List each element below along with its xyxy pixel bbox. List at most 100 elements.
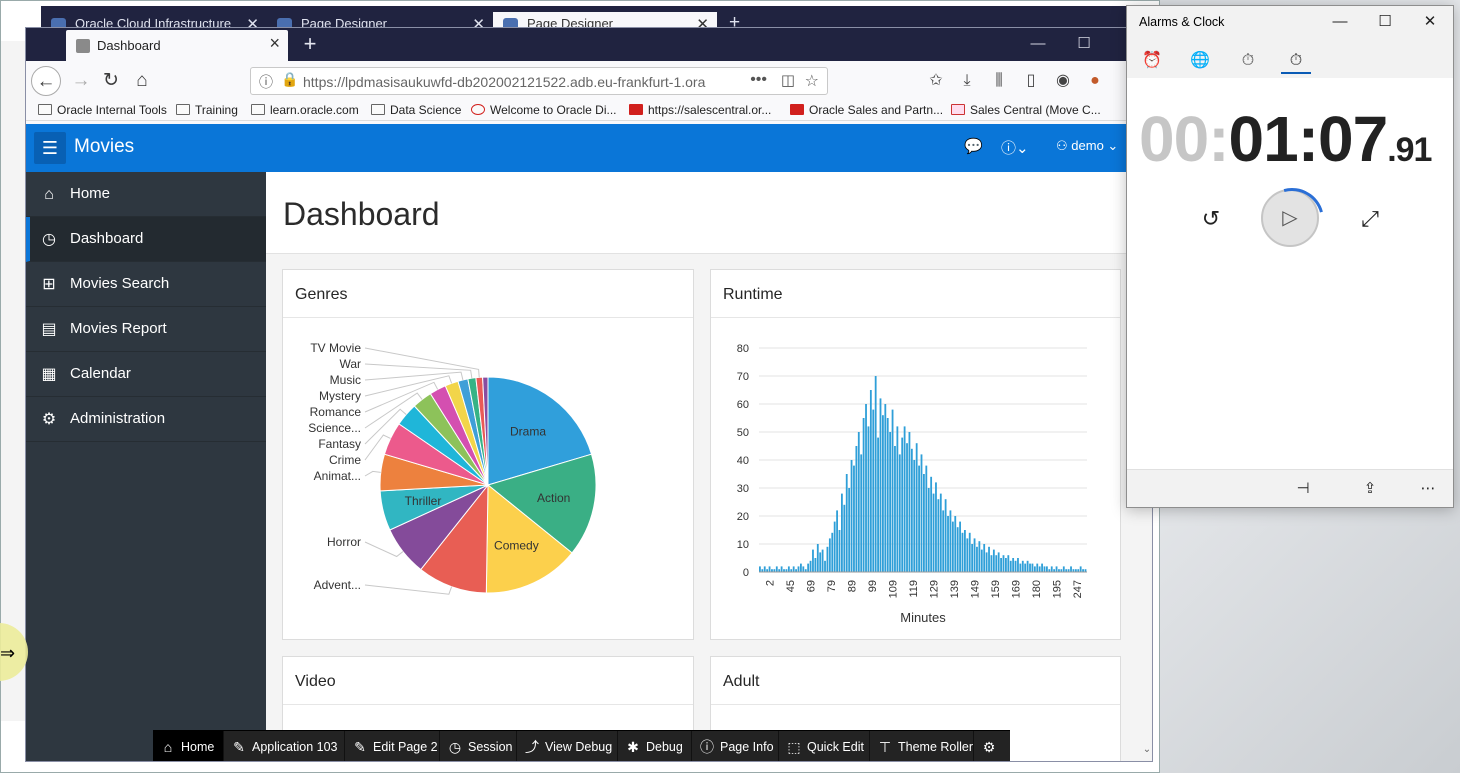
- url-text[interactable]: https://lpdmasisaukuwfd-db202002121522.a…: [303, 74, 743, 90]
- bar: [843, 504, 846, 572]
- bar: [990, 555, 993, 572]
- bookmarks-bar: Oracle Internal Tools Training learn.ora…: [26, 101, 1152, 121]
- bar: [865, 404, 867, 572]
- sidebar-item-administration[interactable]: ⚙ Administration: [26, 397, 266, 442]
- pocket-icon[interactable]: ◫: [781, 71, 795, 89]
- download-icon[interactable]: ⤓: [954, 68, 980, 94]
- bar: [850, 460, 853, 572]
- bar: [1070, 566, 1072, 572]
- app-name[interactable]: Movies: [74, 136, 134, 158]
- sidebar-item-home[interactable]: ⌂ Home: [26, 172, 266, 217]
- maximize-icon[interactable]: ☐: [1069, 32, 1099, 56]
- pie-outer-label: Fantasy: [318, 437, 361, 451]
- y-tick-label: 70: [737, 371, 749, 383]
- bar: [1021, 560, 1024, 572]
- genres-title: Genres: [295, 286, 348, 303]
- dev-quick-edit-button[interactable]: ⬚ Quick Edit: [779, 731, 870, 761]
- pie-inner-label: Comedy: [494, 539, 539, 553]
- sidebar-item-movies-report[interactable]: ▤ Movies Report: [26, 307, 266, 352]
- bookmark-sales-central[interactable]: Sales Central (Move C...: [951, 103, 1101, 117]
- menu-toggle-button[interactable]: ☰: [34, 132, 66, 164]
- bar: [1009, 560, 1012, 572]
- dev-settings-button[interactable]: ⚙: [974, 731, 1010, 761]
- extension-icon[interactable]: ●: [1082, 68, 1108, 94]
- bar: [983, 544, 986, 572]
- bookmark-data-science[interactable]: Data Science: [371, 103, 461, 117]
- bookmark-oracle-sales[interactable]: Oracle Sales and Partn...: [790, 103, 943, 117]
- clock-icon: ◷: [448, 739, 462, 755]
- user-icon: ⚇: [1056, 138, 1072, 153]
- help-menu-button[interactable]: ⓘ⌄: [1001, 137, 1029, 158]
- bookmark-salescentral[interactable]: https://salescentral.or...: [629, 103, 771, 117]
- pie-outer-label: Crime: [329, 453, 361, 467]
- calendar-icon: ▦: [41, 366, 57, 383]
- dev-home-button[interactable]: ⌂ Home: [153, 731, 224, 761]
- play-button[interactable]: ▷: [1261, 189, 1319, 247]
- sidebar-item-calendar[interactable]: ▦ Calendar: [26, 352, 266, 397]
- bookmark-oracle-internal-tools[interactable]: Oracle Internal Tools: [38, 103, 167, 117]
- more-options-icon[interactable]: ⋯: [1413, 476, 1443, 502]
- sidebar-item-movies-search[interactable]: ⊞ Movies Search: [26, 262, 266, 307]
- dev-application-button[interactable]: ✎ Application 103: [224, 731, 345, 761]
- user-menu-button[interactable]: ⚇ demo ⌄: [1056, 138, 1118, 154]
- minimize-icon[interactable]: —: [1023, 32, 1053, 56]
- url-bar[interactable]: ⓘ 🔒 https://lpdmasisaukuwfd-db2020021215…: [250, 67, 828, 95]
- sidebar-icon[interactable]: ▯: [1018, 68, 1044, 94]
- reload-button[interactable]: ↻: [96, 66, 126, 96]
- pie-outer-label: Horror: [327, 535, 361, 549]
- sidebar-item-dashboard[interactable]: ◷ Dashboard: [26, 217, 266, 262]
- page-actions-icon[interactable]: •••: [750, 71, 767, 89]
- bar: [932, 493, 935, 572]
- genres-pie-chart[interactable]: Drama Action Comedy Thriller Advent... Horror…: [283, 318, 693, 638]
- x-tick-label: 99: [867, 580, 879, 592]
- dev-session-button[interactable]: ◷ Session: [440, 731, 517, 761]
- bar: [826, 546, 829, 572]
- bookmark-training[interactable]: Training: [176, 103, 238, 117]
- expand-icon[interactable]: ⤢: [1351, 200, 1389, 238]
- info-icon[interactable]: ⓘ: [259, 72, 273, 92]
- world-clock-tab-icon[interactable]: 🌐: [1185, 48, 1215, 74]
- bar: [759, 566, 761, 572]
- share-icon[interactable]: ⇪: [1355, 476, 1385, 502]
- bookmark-star-icon[interactable]: ☆: [805, 71, 819, 91]
- edit-icon: ✎: [233, 739, 245, 755]
- library-icon[interactable]: ⫼: [986, 68, 1012, 94]
- back-button[interactable]: ←: [31, 66, 61, 96]
- pie-leader-line: [364, 470, 381, 477]
- bar: [935, 482, 937, 572]
- dev-debug-button[interactable]: ✱ Debug: [618, 731, 692, 761]
- forward-button[interactable]: →: [66, 66, 96, 96]
- bar: [944, 499, 947, 572]
- account-icon[interactable]: ◉: [1050, 68, 1076, 94]
- close-icon[interactable]: ×: [269, 33, 280, 54]
- bar: [792, 566, 795, 572]
- dev-view-debug-button[interactable]: ⤴ View Debug: [517, 731, 618, 761]
- pin-icon[interactable]: ⊣: [1288, 476, 1318, 502]
- dev-theme-roller-button[interactable]: ⊤ Theme Roller: [870, 731, 974, 761]
- bookmarks-star-icon[interactable]: ✩: [923, 68, 949, 94]
- x-tick-label: 69: [805, 580, 817, 592]
- folder-icon: [176, 104, 190, 115]
- dev-page-info-button[interactable]: ⓘ Page Info: [692, 731, 779, 761]
- dev-edit-page-button[interactable]: ✎ Edit Page 2: [345, 731, 440, 761]
- maximize-icon[interactable]: ☐: [1370, 11, 1400, 33]
- close-icon[interactable]: ✕: [1415, 11, 1445, 33]
- pie-inner-label: Drama: [510, 424, 546, 438]
- oracle-icon: [790, 104, 804, 115]
- scroll-down-arrow[interactable]: ⌄: [1140, 744, 1152, 761]
- tab-dashboard[interactable]: Dashboard ×: [66, 30, 288, 61]
- timer-tab-icon[interactable]: ⏱: [1233, 48, 1263, 74]
- alarm-tab-icon[interactable]: ⏰: [1137, 48, 1167, 74]
- stopwatch-tab-icon[interactable]: ⏱: [1281, 48, 1311, 74]
- feedback-icon[interactable]: 💬: [964, 137, 983, 155]
- runtime-bar-chart[interactable]: 0 10 20 30 40 50 60 70 80 2 45 69 79 89 99 109 119 129 139…: [711, 318, 1120, 638]
- new-tab-button[interactable]: +: [296, 29, 324, 59]
- home-button[interactable]: ⌂: [127, 66, 157, 96]
- bar: [1046, 566, 1048, 572]
- bookmark-learn[interactable]: learn.oracle.com: [251, 103, 359, 117]
- x-tick-label: 195: [1051, 580, 1063, 598]
- minimize-icon[interactable]: —: [1325, 11, 1355, 33]
- bookmark-welcome[interactable]: Welcome to Oracle Di...: [471, 103, 616, 117]
- bar: [838, 530, 841, 572]
- reset-button[interactable]: ↺: [1192, 200, 1230, 238]
